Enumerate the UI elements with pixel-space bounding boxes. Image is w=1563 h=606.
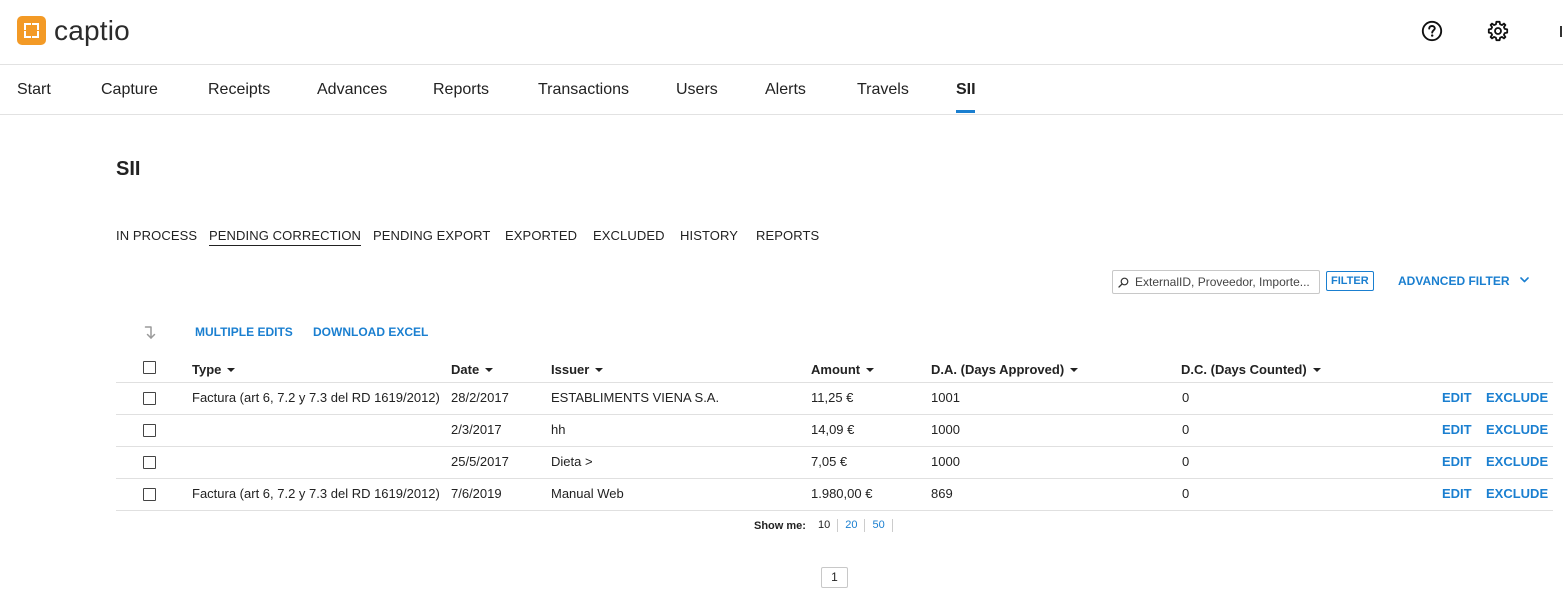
cell-issuer: hh — [551, 422, 566, 437]
column-header-date[interactable]: Date — [451, 362, 494, 377]
page-size-option-50[interactable]: 50 — [865, 519, 893, 532]
column-header-days-counted[interactable]: D.C. (Days Counted) — [1181, 362, 1321, 377]
sort-caret-icon — [1070, 367, 1079, 372]
cell-type: Factura (art 6, 7.2 y 7.3 del RD 1619/20… — [192, 390, 440, 405]
page-size-option-10[interactable]: 10 — [814, 519, 839, 532]
column-header-issuer[interactable]: Issuer — [551, 362, 604, 377]
tab-excluded[interactable]: EXCLUDED — [593, 228, 665, 243]
multiple-edits-button[interactable]: MULTIPLE EDITS — [195, 325, 293, 339]
cell-days-counted: 0 — [1182, 486, 1190, 501]
column-header-type[interactable]: Type — [192, 362, 236, 377]
cell-date: 25/5/2017 — [451, 454, 509, 469]
captio-logo[interactable]: captio — [17, 16, 130, 45]
edit-button[interactable]: EDIT — [1442, 454, 1472, 469]
header-divider — [116, 382, 1553, 383]
top-bar: captio — [0, 0, 1563, 65]
main-nav: Start Capture Receipts Advances Reports … — [0, 66, 1563, 115]
sort-caret-icon — [1312, 367, 1321, 372]
cell-days-counted: 0 — [1182, 390, 1190, 405]
row-checkbox[interactable] — [143, 488, 156, 501]
tab-history[interactable]: HISTORY — [680, 228, 738, 243]
row-checkbox[interactable] — [143, 424, 156, 437]
edit-button[interactable]: EDIT — [1442, 486, 1472, 501]
exclude-button[interactable]: EXCLUDE — [1486, 486, 1548, 501]
tab-pending-export[interactable]: PENDING EXPORT — [373, 228, 490, 243]
column-header-amount[interactable]: Amount — [811, 362, 875, 377]
pagination-page-button[interactable]: 1 — [821, 567, 848, 588]
help-circle-icon[interactable] — [1421, 20, 1443, 42]
row-divider — [116, 446, 1553, 447]
tab-exported[interactable]: EXPORTED — [505, 228, 577, 243]
cell-days-approved: 1001 — [931, 390, 960, 405]
row-divider — [116, 414, 1553, 415]
search-box — [1112, 270, 1320, 294]
nav-item-capture[interactable]: Capture — [101, 80, 158, 100]
cell-issuer: Manual Web — [551, 486, 624, 501]
sort-caret-icon — [866, 367, 875, 372]
page-size-selector: Show me: 10 20 50 — [754, 519, 893, 532]
window-edge-marker — [1560, 26, 1562, 37]
cell-type: Factura (art 6, 7.2 y 7.3 del RD 1619/20… — [192, 486, 440, 501]
nav-item-sii[interactable]: SII — [956, 80, 976, 100]
nav-item-users[interactable]: Users — [676, 80, 718, 100]
cell-days-counted: 0 — [1182, 454, 1190, 469]
edit-button[interactable]: EDIT — [1442, 422, 1472, 437]
tab-pending-correction[interactable]: PENDING CORRECTION — [209, 228, 362, 246]
page-title: SII — [116, 158, 141, 180]
page-size-option-20[interactable]: 20 — [838, 519, 866, 532]
search-input[interactable] — [1135, 275, 1315, 289]
show-me-label: Show me: — [754, 519, 806, 532]
tab-in-process[interactable]: IN PROCESS — [116, 228, 197, 243]
captio-logo-icon — [17, 16, 46, 45]
cell-amount: 7,05 € — [811, 454, 848, 469]
nav-item-alerts[interactable]: Alerts — [765, 80, 806, 100]
column-header-days-approved[interactable]: D.A. (Days Approved) — [931, 362, 1079, 377]
cell-amount: 14,09 € — [811, 422, 855, 437]
exclude-button[interactable]: EXCLUDE — [1486, 454, 1548, 469]
exclude-button[interactable]: EXCLUDE — [1486, 422, 1548, 437]
nav-item-advances[interactable]: Advances — [317, 80, 387, 100]
nav-item-start[interactable]: Start — [17, 80, 51, 100]
arrow-down-bulk-icon[interactable] — [144, 324, 158, 340]
nav-item-receipts[interactable]: Receipts — [208, 80, 270, 100]
cell-amount: 1.980,00 € — [811, 486, 873, 501]
tab-reports[interactable]: REPORTS — [756, 228, 819, 243]
cell-issuer: Dieta > — [551, 454, 593, 469]
cell-days-approved: 1000 — [931, 422, 960, 437]
nav-active-indicator — [956, 110, 975, 113]
advanced-filter-button[interactable]: ADVANCED FILTER — [1398, 274, 1510, 288]
search-icon — [1118, 277, 1129, 288]
cell-amount: 11,25 € — [811, 390, 854, 405]
chevron-down-icon[interactable] — [1520, 277, 1529, 283]
gear-icon[interactable] — [1487, 20, 1509, 42]
nav-item-reports[interactable]: Reports — [433, 80, 489, 100]
cell-issuer: ESTABLIMENTS VIENA S.A. — [551, 390, 720, 405]
cell-days-counted: 0 — [1182, 422, 1190, 437]
cell-date: 28/2/2017 — [451, 390, 509, 405]
edit-button[interactable]: EDIT — [1442, 390, 1472, 405]
row-divider — [116, 478, 1553, 479]
select-all-checkbox[interactable] — [143, 361, 156, 374]
exclude-button[interactable]: EXCLUDE — [1486, 390, 1548, 405]
app-name: captio — [54, 15, 130, 46]
filter-button[interactable]: FILTER — [1326, 271, 1374, 291]
sort-caret-icon — [595, 367, 604, 372]
cell-date: 2/3/2017 — [451, 422, 502, 437]
row-checkbox[interactable] — [143, 392, 156, 405]
nav-item-travels[interactable]: Travels — [857, 80, 909, 100]
cell-date: 7/6/2019 — [451, 486, 502, 501]
table-bottom-divider — [116, 510, 1553, 511]
cell-days-approved: 869 — [931, 486, 953, 501]
sort-caret-icon — [227, 367, 236, 372]
cell-days-approved: 1000 — [931, 454, 960, 469]
download-excel-button[interactable]: DOWNLOAD EXCEL — [313, 325, 428, 339]
sort-caret-icon — [485, 367, 494, 372]
nav-item-transactions[interactable]: Transactions — [538, 80, 629, 100]
row-checkbox[interactable] — [143, 456, 156, 469]
